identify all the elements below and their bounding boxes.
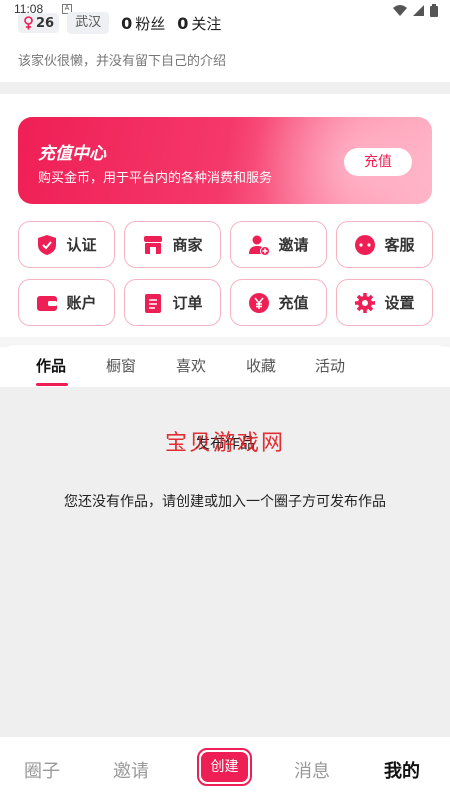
grid-item-label: 账户 [66,294,97,312]
banner-title: 充值中心 [38,144,106,164]
shield-check-icon [36,234,58,256]
status-icons [393,4,438,17]
fans-label: 粉丝 [135,14,166,33]
banner-subtitle: 购买金币，用于平台内的各种消费和服务 [38,171,273,186]
wifi-icon [393,5,407,16]
tab-active-indicator [36,383,68,386]
recharge-button[interactable]: 充值 [344,148,412,176]
nav-mine[interactable]: 我的 [384,757,420,783]
feature-grid: 认证 商家 邀请 客服 账户 订单 充值 设置 [18,221,433,326]
female-icon [24,16,33,30]
age-value: 26 [36,15,55,31]
section-divider [0,82,450,94]
watermark-text: 宝贝游戏网 [164,431,285,456]
fans-count: 0 [121,13,133,33]
wallet-icon [36,292,58,314]
follow-count: 0 [177,13,189,33]
store-icon [142,234,164,256]
profile-stats-row: 26 武汉 0 粉丝 0 关注 [18,12,221,34]
grid-item-label: 商家 [172,236,203,254]
chat-bubble-icon [354,234,376,256]
grid-item-settings[interactable]: 设置 [336,279,433,326]
gear-icon [354,292,376,314]
tab-works[interactable]: 作品 [36,355,66,376]
grid-item-label: 充值 [278,294,309,312]
create-button[interactable]: 创建 [197,748,252,786]
follow-label: 关注 [191,14,222,33]
fans-stat[interactable]: 0 粉丝 [121,13,165,34]
add-user-icon [248,234,271,256]
grid-item-label: 设置 [384,294,415,312]
signal-icon [413,5,424,16]
tab-likes[interactable]: 喜欢 [176,355,206,376]
works-content: 发布作品 宝贝游戏网 您还没有作品，请创建或加入一个圈子方可发布作品 [0,387,450,736]
tab-favorites[interactable]: 收藏 [246,355,276,376]
recharge-banner[interactable]: 充值中心 购买金币，用于平台内的各种消费和服务 充值 [18,117,432,204]
nav-messages[interactable]: 消息 [294,757,330,783]
follow-stat[interactable]: 0 关注 [177,13,221,34]
grid-item-invite[interactable]: 邀请 [230,221,327,268]
grid-item-merchant[interactable]: 商家 [124,221,221,268]
order-list-icon [142,292,164,314]
grid-item-label: 邀请 [278,236,309,254]
create-button-label: 创建 [201,752,248,782]
grid-item-support[interactable]: 客服 [336,221,433,268]
tab-activities[interactable]: 活动 [315,355,345,376]
grid-item-recharge[interactable]: 充值 [230,279,327,326]
yen-icon [248,292,270,314]
bottom-nav: 圈子 邀请 创建 消息 我的 [0,736,450,800]
tab-showcase[interactable]: 橱窗 [106,355,136,376]
profile-screen: 11:08 A 26 武汉 0 粉丝 0 关注 该家伙很懒，并没有留下自己的介绍 充… [0,0,450,800]
profile-bio: 该家伙很懒，并没有留下自己的介绍 [18,54,227,69]
battery-icon [430,4,438,17]
grid-item-label: 订单 [172,294,203,312]
nav-invite[interactable]: 邀请 [113,757,149,783]
grid-item-orders[interactable]: 订单 [124,279,221,326]
nav-circles[interactable]: 圈子 [24,757,60,783]
city-badge: 武汉 [67,12,110,34]
empty-state-message: 您还没有作品，请创建或加入一个圈子方可发布作品 [64,494,386,510]
grid-item-label: 客服 [384,236,415,254]
grid-item-verify[interactable]: 认证 [18,221,115,268]
grid-item-account[interactable]: 账户 [18,279,115,326]
grid-item-label: 认证 [66,236,97,254]
gender-age-badge: 26 [18,13,60,33]
content-tabs: 作品 橱窗 喜欢 收藏 活动 [0,345,450,387]
